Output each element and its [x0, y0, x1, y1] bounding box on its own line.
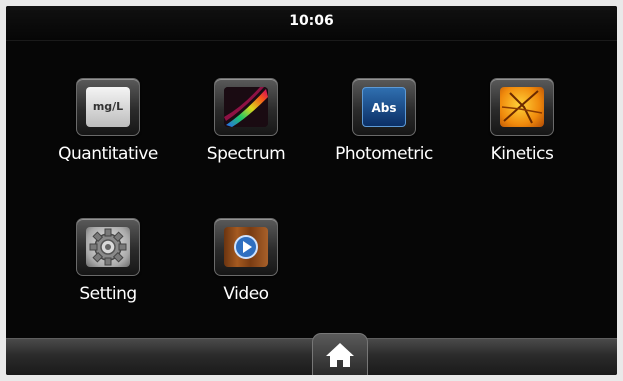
gear-icon — [86, 227, 130, 267]
kinetics-tile[interactable] — [490, 78, 554, 136]
app-quantitative[interactable]: mg/L Quantitative — [43, 78, 173, 164]
app-label-photometric: Photometric — [335, 144, 433, 164]
clock: 10:06 — [289, 13, 334, 29]
video-tile[interactable] — [214, 218, 278, 276]
app-label-video: Video — [223, 284, 269, 304]
app-photometric[interactable]: Abs Photometric — [319, 78, 449, 164]
device-frame: 10:06 mg/L Quantitative Spectrum Abs Pho… — [0, 0, 623, 381]
app-video[interactable]: Video — [181, 218, 311, 304]
setting-tile[interactable] — [76, 218, 140, 276]
app-setting[interactable]: Setting — [43, 218, 173, 304]
home-icon — [326, 343, 354, 367]
app-label-spectrum: Spectrum — [206, 144, 286, 164]
kinetics-icon — [500, 87, 544, 127]
status-bar: 10:06 — [6, 6, 617, 41]
app-label-kinetics: Kinetics — [490, 144, 554, 164]
photometric-tile[interactable]: Abs — [352, 78, 416, 136]
app-kinetics[interactable]: Kinetics — [457, 78, 587, 164]
app-spectrum[interactable]: Spectrum — [181, 78, 311, 164]
mg-per-liter-icon: mg/L — [86, 87, 130, 127]
absorbance-icon: Abs — [362, 87, 406, 127]
app-label-setting: Setting — [79, 284, 137, 304]
quantitative-tile[interactable]: mg/L — [76, 78, 140, 136]
home-button[interactable] — [312, 333, 368, 375]
spectrum-icon — [224, 87, 268, 127]
spectrum-tile[interactable] — [214, 78, 278, 136]
app-label-quantitative: Quantitative — [58, 144, 158, 164]
play-icon — [224, 227, 268, 267]
screen: 10:06 mg/L Quantitative Spectrum Abs Pho… — [6, 6, 617, 375]
